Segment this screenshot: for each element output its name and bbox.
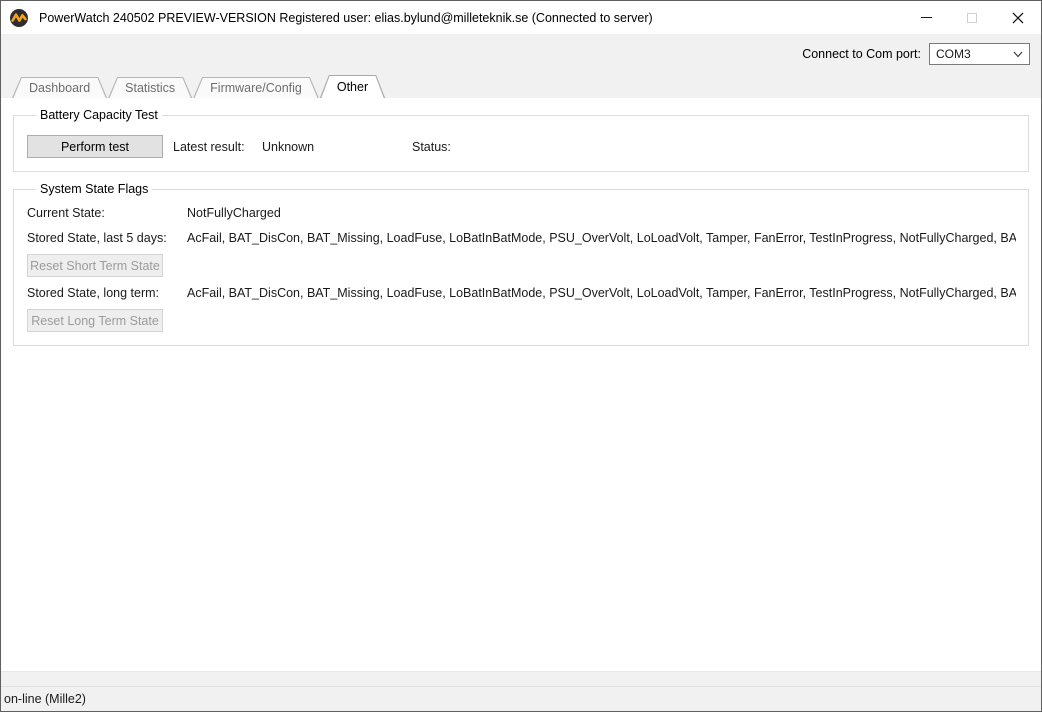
maximize-button: [949, 1, 995, 34]
tab-other[interactable]: Other: [320, 75, 385, 98]
chevron-down-icon: [1013, 51, 1023, 58]
status-label: Status:: [412, 140, 451, 154]
minimize-icon: [921, 17, 932, 18]
tab-statistics[interactable]: Statistics: [108, 77, 192, 98]
com-port-label: Connect to Com port:: [802, 47, 921, 61]
stored-state-long-value: AcFail, BAT_DisCon, BAT_Missing, LoadFus…: [187, 286, 1016, 300]
latest-result-label: Latest result:: [173, 140, 262, 154]
close-icon: [1012, 12, 1024, 24]
current-state-value: NotFullyCharged: [187, 206, 1016, 220]
battery-capacity-test-group: Battery Capacity Test Perform test Lates…: [13, 108, 1029, 172]
reset-short-term-state-button[interactable]: Reset Short Term State: [27, 254, 163, 277]
title-bar: PowerWatch 240502 PREVIEW-VERSION Regist…: [1, 1, 1041, 34]
stored-state-short-value: AcFail, BAT_DisCon, BAT_Missing, LoadFus…: [187, 231, 1016, 245]
window-title: PowerWatch 240502 PREVIEW-VERSION Regist…: [39, 11, 653, 25]
maximize-icon: [967, 13, 977, 23]
status-bar: on-line (Mille2): [1, 686, 1041, 711]
reset-long-term-state-button[interactable]: Reset Long Term State: [27, 309, 163, 332]
system-state-flags-group: System State Flags Current State: NotFul…: [13, 182, 1029, 346]
stored-state-long-label: Stored State, long term:: [27, 286, 187, 300]
bottom-gap: [1, 672, 1041, 686]
com-port-value: COM3: [936, 47, 1013, 61]
current-state-label: Current State:: [27, 206, 187, 220]
stored-state-short-label: Stored State, last 5 days:: [27, 231, 187, 245]
system-state-flags-title: System State Flags: [36, 182, 152, 196]
com-port-band: Connect to Com port: COM3: [1, 34, 1041, 74]
minimize-button[interactable]: [903, 1, 949, 34]
close-button[interactable]: [995, 1, 1041, 34]
tab-dashboard[interactable]: Dashboard: [12, 77, 107, 98]
latest-result-value: Unknown: [262, 140, 412, 154]
app-logo-icon: [9, 8, 29, 28]
app-window: PowerWatch 240502 PREVIEW-VERSION Regist…: [0, 0, 1042, 712]
battery-capacity-test-title: Battery Capacity Test: [36, 108, 162, 122]
tab-page-other: Battery Capacity Test Perform test Lates…: [1, 98, 1041, 672]
window-controls: [903, 1, 1041, 34]
com-port-select[interactable]: COM3: [929, 43, 1030, 65]
connection-status-text: on-line (Mille2): [4, 692, 86, 706]
perform-test-button[interactable]: Perform test: [27, 135, 163, 158]
tab-firmware-config[interactable]: Firmware/Config: [193, 77, 319, 98]
tab-strip: Dashboard Statistics Firmware/Config Oth…: [1, 74, 1041, 98]
